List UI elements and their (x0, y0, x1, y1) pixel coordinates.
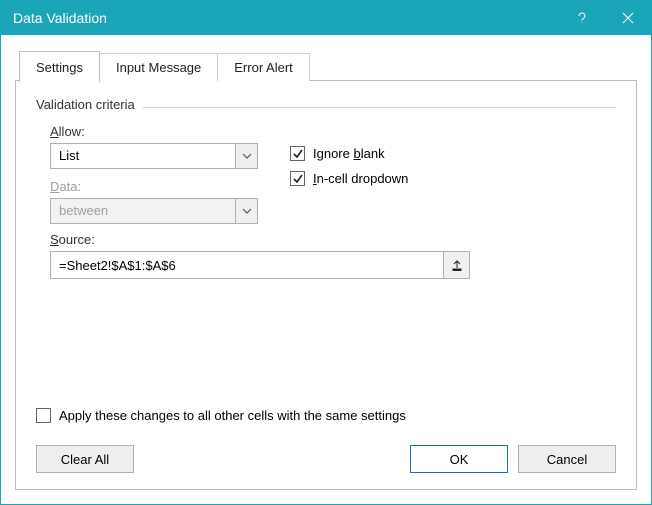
data-combo-value: between (51, 199, 235, 223)
range-picker-button[interactable] (443, 252, 469, 278)
ignore-blank-label: Ignore blank (313, 146, 385, 161)
clear-all-button[interactable]: Clear All (36, 445, 134, 473)
allow-combo-dropdown-button[interactable] (235, 144, 257, 168)
button-row: Clear All OK Cancel (36, 445, 616, 473)
apply-to-all-checkbox[interactable]: Apply these changes to all other cells w… (36, 408, 616, 423)
chevron-down-icon (242, 207, 252, 215)
allow-combo-value: List (51, 144, 235, 168)
source-input-wrap (50, 251, 470, 279)
checkbox-box (290, 146, 305, 161)
data-combo-dropdown-button (235, 199, 257, 223)
chevron-down-icon (242, 152, 252, 160)
dialog-body: Settings Input Message Error Alert Valid… (1, 35, 651, 504)
allow-combo[interactable]: List (50, 143, 258, 169)
apply-to-all-label: Apply these changes to all other cells w… (59, 408, 406, 423)
validation-criteria-header: Validation criteria (36, 97, 616, 112)
collapse-range-icon (451, 259, 463, 271)
in-cell-dropdown-checkbox[interactable]: In-cell dropdown (290, 171, 616, 186)
source-label: Source: (50, 232, 616, 247)
close-button[interactable] (605, 1, 651, 35)
ignore-blank-checkbox[interactable]: Ignore blank (290, 146, 616, 161)
tab-input-message[interactable]: Input Message (99, 53, 218, 81)
checkbox-box (290, 171, 305, 186)
data-validation-dialog: Data Validation Settings Input Message E… (0, 0, 652, 505)
panel-footer: Apply these changes to all other cells w… (36, 408, 616, 473)
ok-button[interactable]: OK (410, 445, 508, 473)
settings-panel: Validation criteria Allow: List Data: (15, 80, 637, 490)
help-button[interactable] (559, 1, 605, 35)
check-icon (292, 173, 304, 185)
in-cell-dropdown-label: In-cell dropdown (313, 171, 408, 186)
data-combo: between (50, 198, 258, 224)
tab-strip: Settings Input Message Error Alert (15, 50, 637, 81)
check-icon (292, 148, 304, 160)
cancel-button[interactable]: Cancel (518, 445, 616, 473)
form-grid: Allow: List Data: between (36, 124, 616, 279)
window-title: Data Validation (1, 10, 107, 26)
allow-label: Allow: (50, 124, 290, 139)
validation-criteria-label: Validation criteria (36, 97, 143, 112)
tab-settings[interactable]: Settings (19, 51, 100, 82)
data-label: Data: (50, 179, 290, 194)
source-input[interactable] (51, 252, 443, 278)
tab-error-alert[interactable]: Error Alert (217, 53, 310, 81)
checkbox-box (36, 408, 51, 423)
titlebar[interactable]: Data Validation (1, 1, 651, 35)
